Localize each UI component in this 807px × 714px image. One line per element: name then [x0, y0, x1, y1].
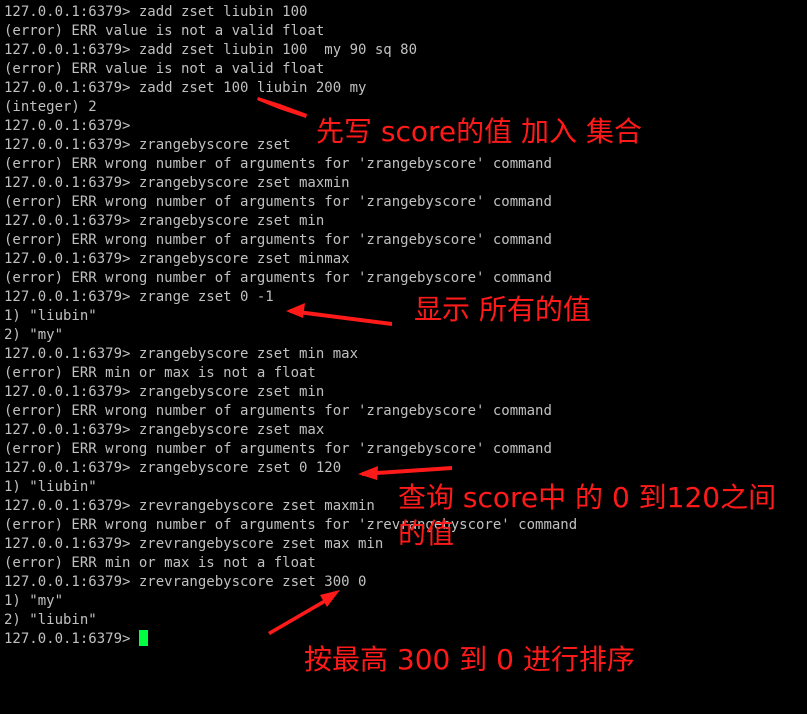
terminal-line: (error) ERR wrong number of arguments fo…	[4, 194, 552, 210]
terminal-line: 127.0.0.1:6379> zrangebyscore zset min	[4, 384, 325, 400]
terminal-line: (error) ERR min or max is not a float	[4, 365, 316, 381]
terminal-line: 127.0.0.1:6379> zrangebyscore zset max	[4, 422, 325, 438]
terminal-prompt: 127.0.0.1:6379>	[4, 631, 139, 647]
terminal-line: 1) "my"	[4, 593, 64, 609]
terminal-line: 127.0.0.1:6379> zrevrangebyscore zset 30…	[4, 574, 367, 590]
terminal-line: 127.0.0.1:6379> zrangebyscore zset 0 120	[4, 460, 342, 476]
terminal-line: 127.0.0.1:6379> zadd zset 100 liubin 200…	[4, 80, 367, 96]
terminal-window[interactable]: 127.0.0.1:6379> zadd zset liubin 100 (err…	[0, 0, 807, 714]
terminal-line: 127.0.0.1:6379> zrangebyscore zset min	[4, 213, 325, 229]
terminal-line: 127.0.0.1:6379> zrangebyscore zset minma…	[4, 251, 350, 267]
terminal-line: (error) ERR min or max is not a float	[4, 555, 316, 571]
annotation-show-all: 显示 所有的值	[414, 293, 591, 326]
terminal-line: (error) ERR wrong number of arguments fo…	[4, 441, 552, 457]
terminal-line: (error) ERR wrong number of arguments fo…	[4, 156, 552, 172]
terminal-line: (error) ERR value is not a valid float	[4, 61, 325, 77]
terminal-line: (error) ERR wrong number of arguments fo…	[4, 403, 552, 419]
terminal-line: (error) ERR wrong number of arguments fo…	[4, 232, 552, 248]
terminal-line: (error) ERR value is not a valid float	[4, 23, 325, 39]
terminal-line: 2) "liubin"	[4, 612, 97, 628]
terminal-line: 127.0.0.1:6379> zrangebyscore zset min m…	[4, 346, 359, 362]
terminal-line: 2) "my"	[4, 327, 64, 343]
annotation-query-range: 查询 score中 的 0 到120之间的值	[398, 481, 777, 550]
terminal-line: 127.0.0.1:6379> zadd zset liubin 100 my …	[4, 42, 418, 58]
annotation-sort-desc: 按最高 300 到 0 进行排序	[304, 643, 635, 676]
annotation-add-to-set: 先写 score的值 加入 集合	[316, 115, 642, 148]
terminal-line: 127.0.0.1:6379> zrangebyscore zset maxmi…	[4, 175, 350, 191]
text-cursor	[138, 630, 148, 646]
terminal-line: (error) ERR wrong number of arguments fo…	[4, 270, 552, 286]
terminal-line: 127.0.0.1:6379> zadd zset liubin 100	[4, 4, 308, 20]
